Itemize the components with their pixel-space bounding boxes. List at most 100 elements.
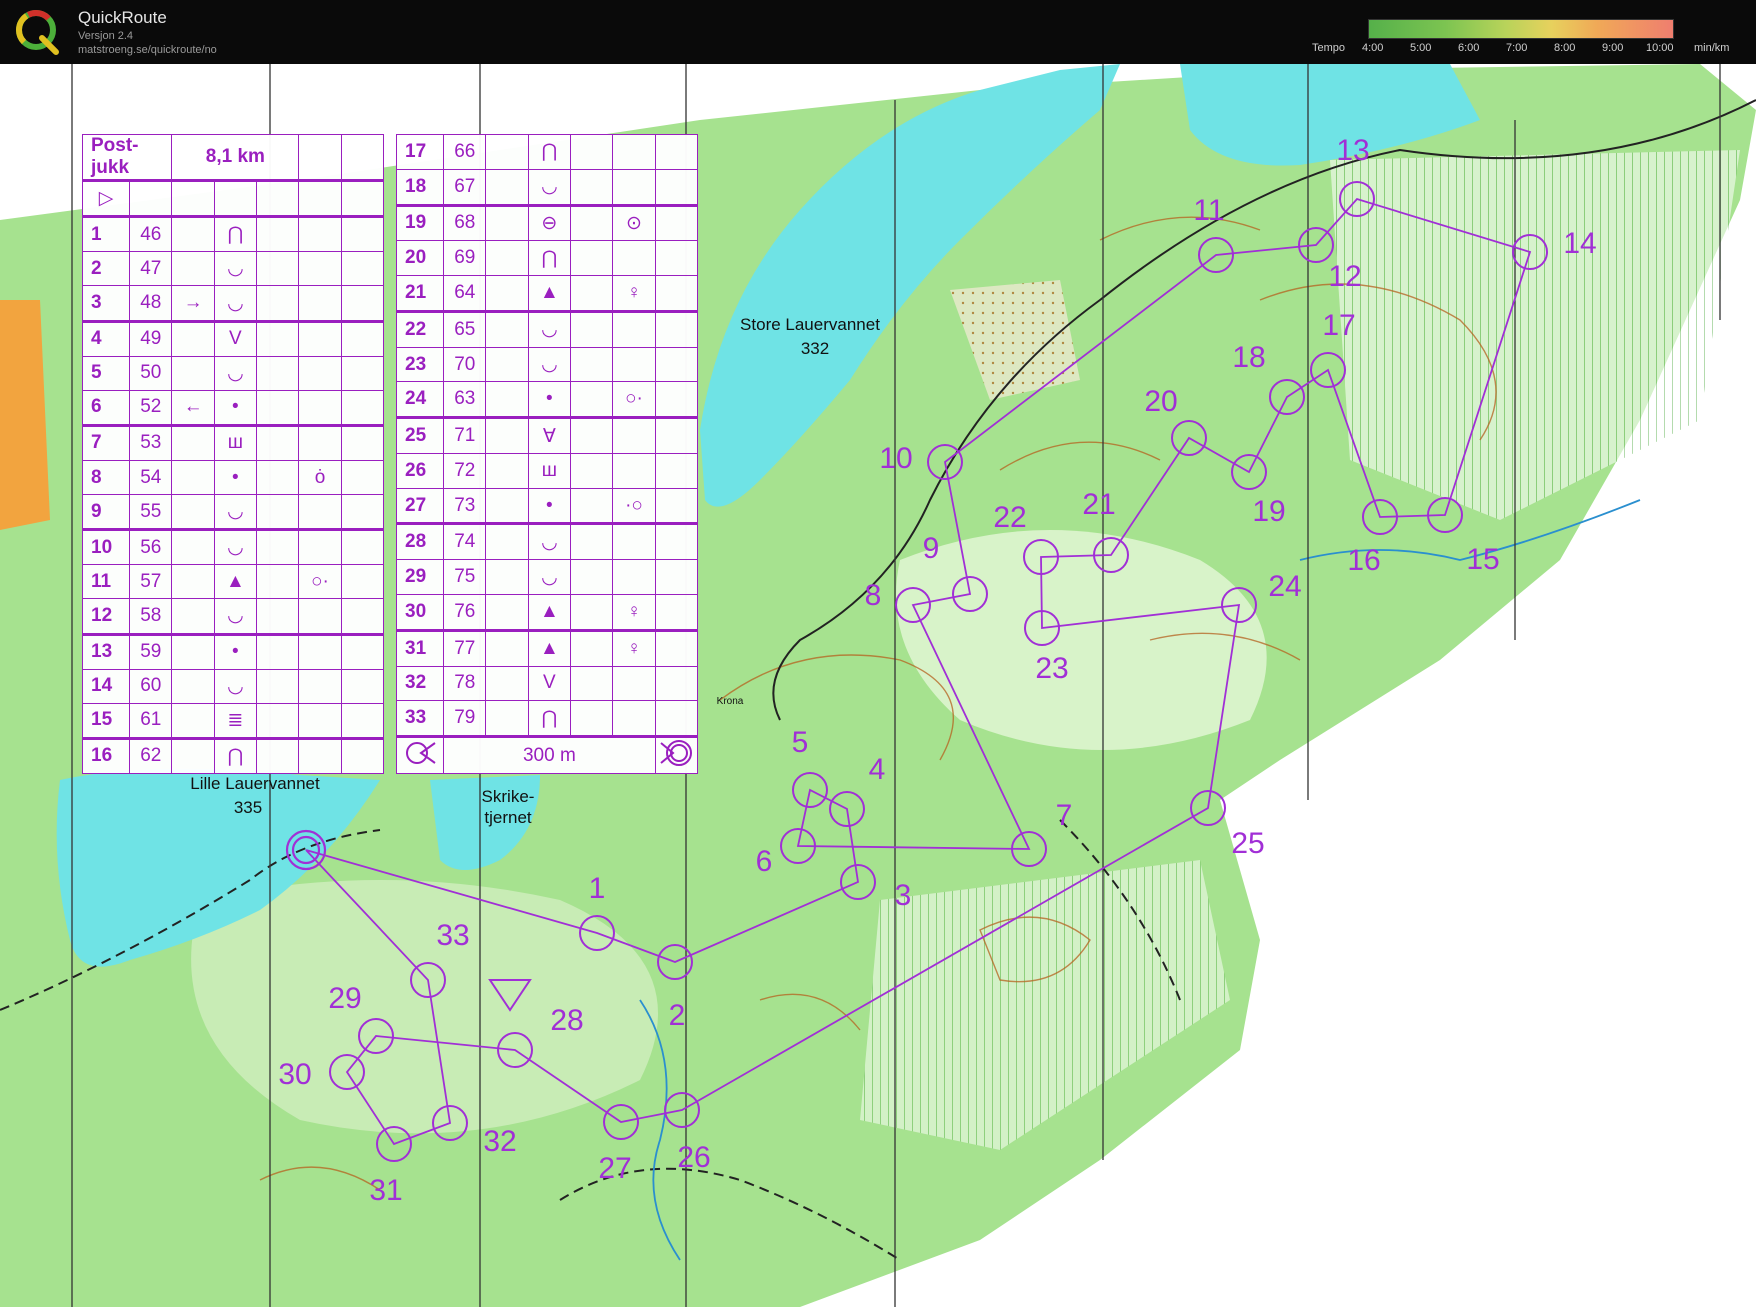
control-number-label: 12: [1328, 260, 1361, 293]
control-code: 76: [443, 594, 487, 632]
control-number-label: 16: [1347, 544, 1380, 577]
location-detail: [612, 452, 656, 489]
feature-symbol: ◡: [213, 529, 258, 566]
control-code: 55: [129, 494, 173, 532]
location-detail: [298, 424, 342, 461]
feature-symbol: ◡: [527, 168, 572, 207]
control-number-label: 30: [278, 1058, 311, 1091]
control-number: 19: [395, 204, 445, 242]
appearance: [570, 523, 614, 561]
control-number-label: 11: [1193, 194, 1224, 227]
control-description-row: 18 67 ◡: [395, 168, 699, 207]
empty-cell: [256, 180, 300, 219]
place-name-krona: Krona: [717, 696, 744, 707]
other-info: [654, 310, 699, 348]
control-description-left: Post-jukk 8,1 km ▷ 1 46 ⋂ 2 47 ◡ 3 48 → ◡ 4 49 V 5 50 ◡…: [81, 133, 385, 775]
lake-name-tjernet: tjernet: [484, 808, 532, 827]
control-code: 56: [129, 529, 173, 566]
control-number: 31: [395, 629, 445, 667]
control-description-row: 25 71 ∀: [395, 417, 699, 454]
feature-which: [485, 204, 529, 242]
control-description-row: 4 49 V: [81, 320, 385, 357]
control-number: 26: [395, 452, 445, 489]
tempo-tick: 8:00: [1554, 42, 1576, 54]
control-number-label: 1: [589, 872, 606, 905]
control-number-label: 15: [1466, 543, 1499, 576]
control-number-label: 14: [1563, 227, 1596, 260]
appearance: [570, 594, 614, 632]
feature-symbol: •: [527, 381, 572, 420]
control-number-label: 26: [677, 1141, 710, 1174]
appearance: [570, 487, 614, 526]
feature-which: [171, 598, 215, 636]
control-number: 18: [395, 168, 445, 207]
feature-which: [485, 629, 529, 667]
appearance: [256, 668, 300, 704]
other-info: [654, 594, 699, 632]
feature-which: [485, 700, 529, 739]
feature-symbol: ш: [527, 452, 572, 489]
feature-symbol: ▲: [527, 275, 572, 313]
location-detail: ·○: [612, 487, 656, 526]
other-info: [340, 459, 385, 496]
course-length: 8,1 km: [171, 133, 300, 183]
other-info: [340, 251, 385, 287]
appearance: [570, 559, 614, 595]
control-code: 52: [129, 389, 173, 427]
control-number-label: 32: [483, 1125, 516, 1158]
control-description-row: 13 59 •: [81, 633, 385, 670]
feature-symbol: ⋂: [213, 737, 258, 775]
control-description-row: 32 78 V: [395, 665, 699, 702]
control-number: 29: [395, 559, 445, 595]
feature-symbol: •: [213, 633, 258, 670]
other-info: [654, 346, 699, 383]
control-description-row: 30 76 ▲ ♀: [395, 594, 699, 632]
location-detail: [612, 134, 656, 170]
feature-symbol: ▲: [213, 564, 258, 600]
control-number: 25: [395, 417, 445, 454]
other-info: [340, 702, 385, 740]
feature-which: [485, 168, 529, 207]
tempo-tick: 9:00: [1602, 42, 1624, 54]
control-description-row: 15 61 ≣: [81, 702, 385, 740]
control-code: 75: [443, 559, 487, 595]
control-number: 32: [395, 665, 445, 702]
header-cell: [298, 133, 342, 183]
tempo-tick: 5:00: [1410, 42, 1432, 54]
app-url[interactable]: matstroeng.se/quickroute/no: [78, 44, 217, 56]
appearance: [256, 633, 300, 670]
control-number-label: 25: [1231, 827, 1264, 860]
feature-which: [485, 346, 529, 383]
feature-which: [485, 310, 529, 348]
control-description-row: 14 60 ◡: [81, 668, 385, 704]
control-number: 33: [395, 700, 445, 739]
control-number: 30: [395, 594, 445, 632]
control-number-label: 24: [1268, 570, 1301, 603]
finish-from-control-icon: [395, 736, 445, 774]
feature-symbol: •: [213, 459, 258, 496]
control-number: 23: [395, 346, 445, 383]
control-description-row: 6 52 ← •: [81, 389, 385, 427]
location-detail: [298, 702, 342, 740]
control-number-label: 21: [1082, 488, 1115, 521]
other-info: [340, 633, 385, 670]
control-description-row: 7 53 ш: [81, 424, 385, 461]
control-code: 64: [443, 275, 487, 313]
feature-which: [485, 417, 529, 454]
control-description-row: 8 54 • ȯ: [81, 459, 385, 496]
feature-which: [171, 320, 215, 357]
location-detail: [298, 216, 342, 253]
appearance: [256, 494, 300, 532]
control-number-label: 9: [923, 532, 940, 565]
control-number: 27: [395, 487, 445, 526]
control-code: 53: [129, 424, 173, 461]
course-name: Post-jukk: [81, 133, 173, 183]
feature-which: [171, 737, 215, 775]
app-version: Versjon 2.4: [78, 30, 134, 42]
appearance: [256, 355, 300, 391]
other-info: [340, 737, 385, 775]
control-number-label: 6: [756, 845, 773, 878]
location-detail: [298, 598, 342, 636]
control-code: 78: [443, 665, 487, 702]
feature-symbol: ◡: [213, 355, 258, 391]
